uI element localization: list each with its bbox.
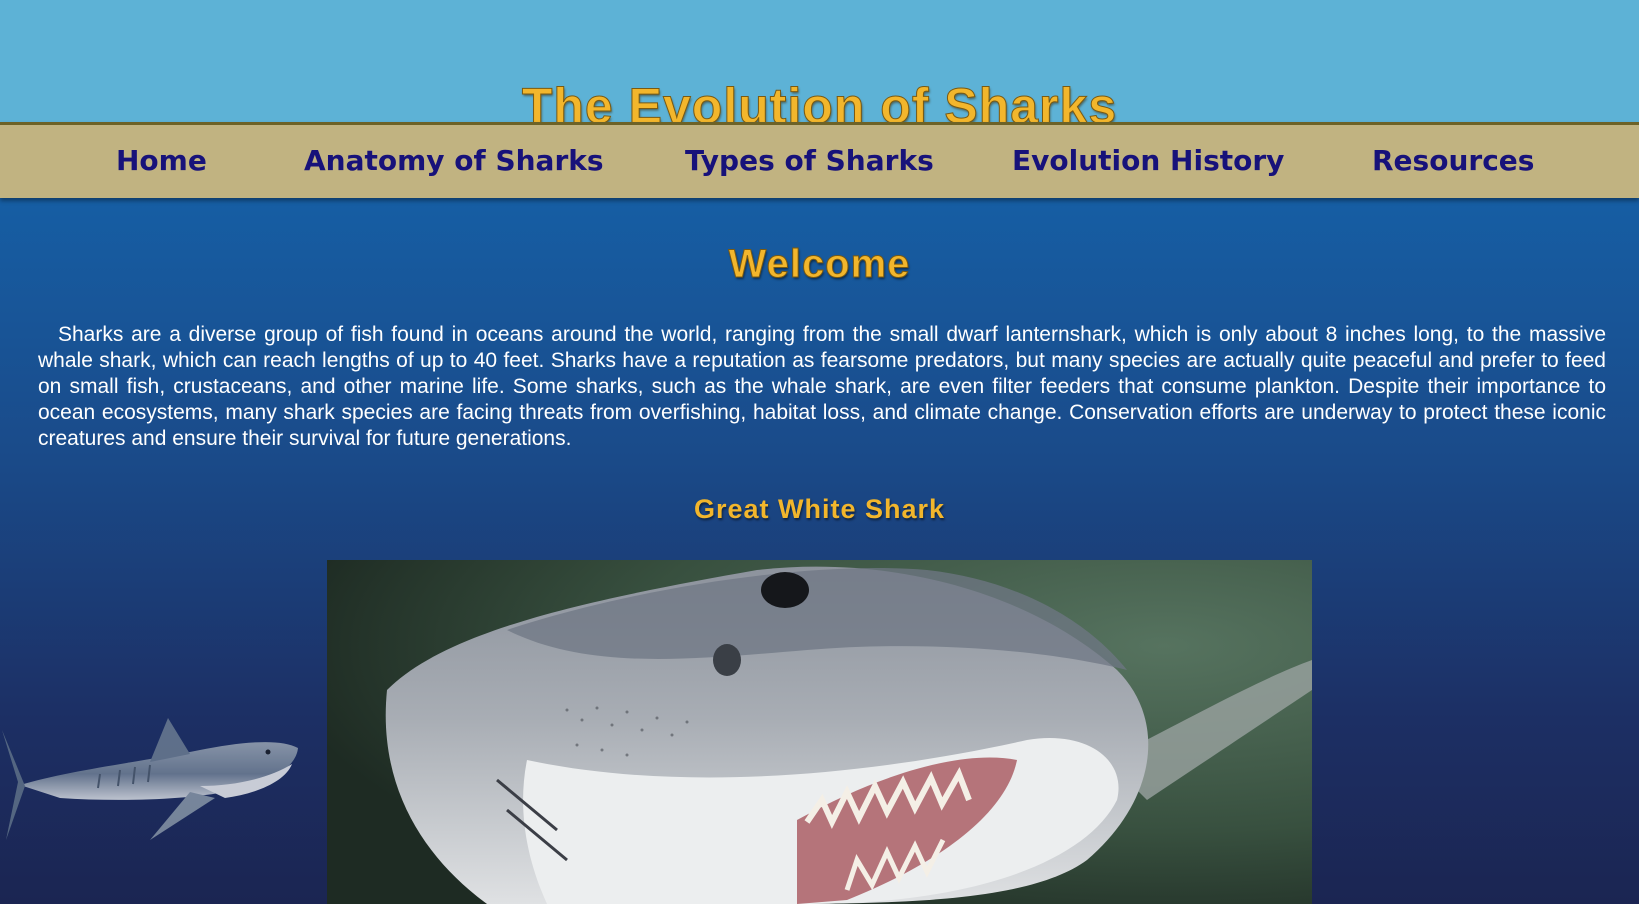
- nav-types-of-sharks[interactable]: Types of Sharks: [685, 143, 934, 179]
- nav-home[interactable]: Home: [116, 143, 207, 179]
- intro-paragraph: Sharks are a diverse group of fish found…: [38, 323, 1606, 450]
- tiger-shark-image: [2, 718, 298, 840]
- great-white-shark-photo: [327, 560, 1312, 904]
- site-title: The Evolution of Sharks: [521, 78, 1118, 125]
- nav-evolution-history[interactable]: Evolution History: [1012, 143, 1284, 179]
- nav-resources[interactable]: Resources: [1372, 143, 1534, 179]
- main-nav: Home Anatomy of Sharks Types of Sharks E…: [0, 122, 1639, 198]
- nav-anatomy-of-sharks[interactable]: Anatomy of Sharks: [304, 143, 604, 179]
- welcome-heading: Welcome: [728, 242, 911, 287]
- great-white-shark-heading: Great White Shark: [693, 494, 946, 524]
